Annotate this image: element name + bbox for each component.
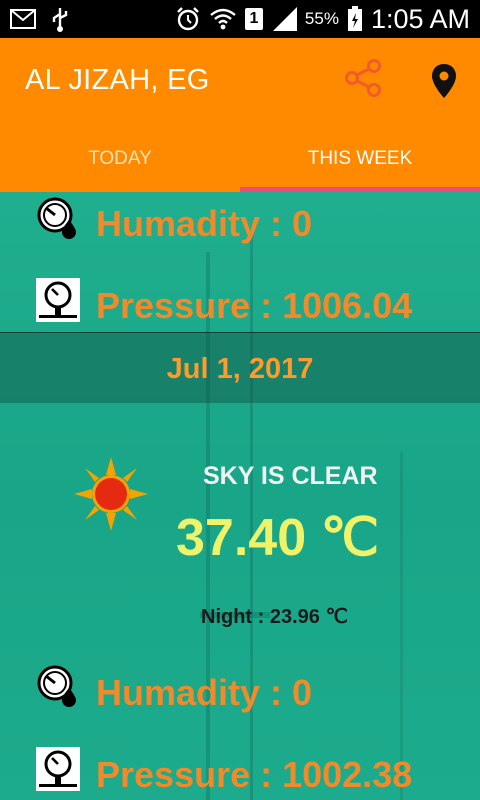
location-title: AL JIZAH, EG xyxy=(25,64,210,96)
usb-icon xyxy=(52,8,68,32)
status-bar: 1 55% 1:05 AM xyxy=(0,0,480,38)
alarm-icon xyxy=(177,7,199,31)
night-temperature-text: Night : 23.96 ℃ xyxy=(201,606,348,628)
app-bar: AL JIZAH, EG TODAY THIS WEEK xyxy=(0,38,480,192)
tab-bar: TODAY THIS WEEK xyxy=(0,126,480,192)
background-tower-line xyxy=(400,452,403,800)
location-pin-icon[interactable] xyxy=(430,63,458,99)
clock: 1:05 AM xyxy=(370,3,470,34)
forecast-list[interactable]: Humadity : 0 Pressure : 1006.04 Jul 1, 2… xyxy=(0,192,480,800)
humidity-gauge-icon xyxy=(37,665,76,707)
mail-icon xyxy=(10,9,36,29)
sim-icon: 1 xyxy=(244,8,263,30)
pressure-text: Pressure : 1006.04 xyxy=(96,285,413,326)
pressure-gauge-icon xyxy=(36,278,80,322)
share-icon[interactable] xyxy=(343,58,383,98)
humidity-text: Humadity : 0 xyxy=(96,672,313,713)
sun-icon xyxy=(74,457,148,531)
humidity-text: Humadity : 0 xyxy=(96,203,313,244)
battery-icon xyxy=(347,6,362,31)
battery-percent: 55% xyxy=(304,9,339,28)
wifi-icon xyxy=(210,8,236,30)
temperature-text: 37.40 ℃ xyxy=(176,509,379,567)
tab-today[interactable]: TODAY xyxy=(0,126,240,192)
condition-text: SKY IS CLEAR xyxy=(203,462,378,490)
pressure-text: Pressure : 1002.38 xyxy=(96,754,413,795)
tab-this-week[interactable]: THIS WEEK xyxy=(240,126,480,192)
date-text: Jul 1, 2017 xyxy=(166,353,314,385)
humidity-gauge-icon xyxy=(37,197,76,239)
signal-icon xyxy=(272,7,297,31)
date-header: Jul 1, 2017 xyxy=(0,332,480,403)
pressure-gauge-icon xyxy=(36,747,80,791)
